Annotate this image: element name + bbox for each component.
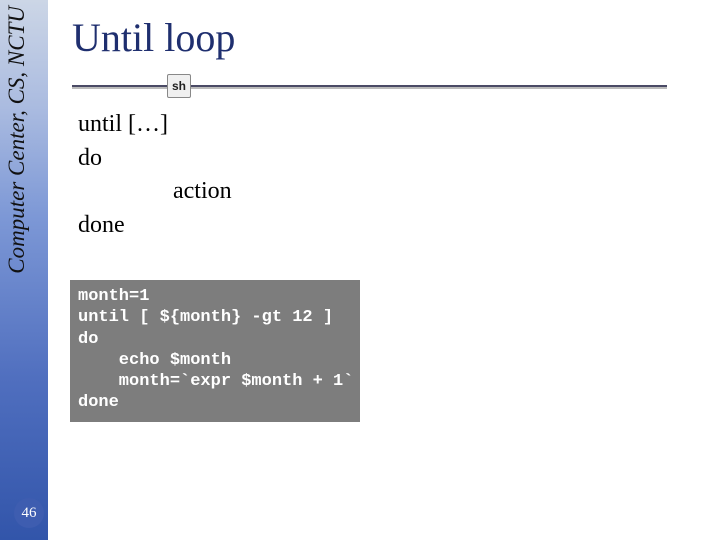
title-block: Until loop: [72, 14, 672, 69]
code-line: month=`expr $month + 1`: [78, 372, 353, 391]
syntax-until: until […]: [78, 108, 638, 142]
code-line: until [ ${month} -gt 12 ]: [78, 308, 333, 327]
slide-number: 46: [14, 498, 44, 528]
page-title: Until loop: [72, 14, 672, 61]
syntax-do: do: [78, 142, 638, 176]
code-line: echo $month: [78, 351, 231, 370]
sh-icon: sh: [167, 74, 191, 98]
sidebar-org-text: Computer Center, CS, NCTU: [4, 6, 32, 274]
syntax-block: until […] do action done: [78, 108, 638, 242]
syntax-action: action: [78, 175, 638, 209]
code-line: month=1: [78, 287, 149, 306]
code-example: month=1 until [ ${month} -gt 12 ] do ech…: [70, 280, 360, 422]
syntax-done: done: [78, 209, 638, 243]
code-line: done: [78, 393, 119, 412]
title-rule: [72, 85, 667, 87]
code-line: do: [78, 330, 98, 349]
